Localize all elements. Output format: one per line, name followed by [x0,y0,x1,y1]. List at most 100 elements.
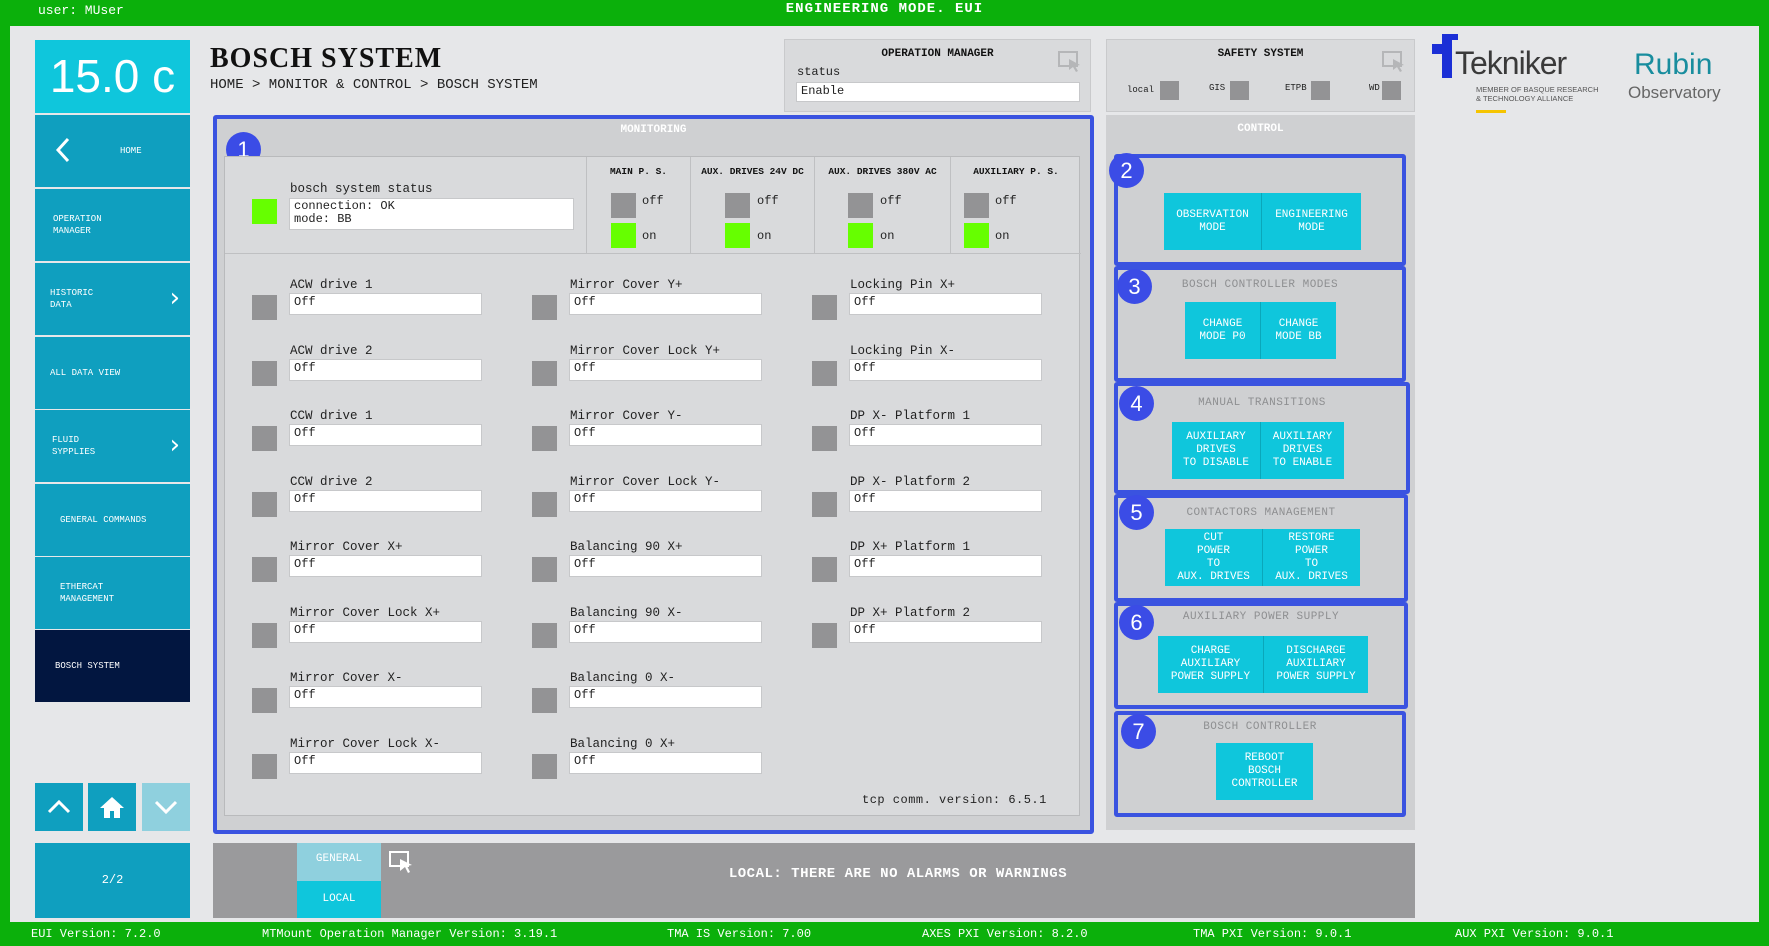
signal-row: CCW drive 1 Off [252,409,482,453]
change-mode-bb-button[interactable]: CHANGE MODE BB [1261,302,1336,359]
signal-value-field: Off [289,358,482,381]
nav-ethercat[interactable]: ETHERCAT MANAGEMENT [35,557,190,629]
cursor-select-icon[interactable] [1382,51,1406,78]
signal-label: ACW drive 2 [290,343,373,358]
signal-indicator [812,426,837,451]
signal-indicator [812,557,837,582]
signal-label: Balancing 90 X+ [570,540,683,554]
signal-row: DP X- Platform 1 Off [812,409,1042,453]
power-auxps-on-indicator [964,223,989,248]
power-auxps-off-label: off [995,194,1017,208]
control-title: CONTROL [1237,123,1284,135]
signal-row: ACW drive 1 Off [252,278,482,322]
nav-operation-manager[interactable]: OPERATION MANAGER [35,189,190,261]
reboot-controller-button[interactable]: REBOOT BOSCH CONTROLLER [1216,743,1313,800]
status-field: Enable [796,82,1080,102]
restore-power-button[interactable]: RESTORE POWER TO AUX. DRIVES [1263,529,1360,586]
safety-system-title: SAFETY SYSTEM [1217,48,1304,60]
signal-label: Mirror Cover Lock Y+ [570,343,721,358]
chevron-left-icon [53,133,73,167]
cursor-select-icon[interactable] [1058,51,1082,78]
signal-indicator [252,688,277,713]
signal-row: Locking Pin X- Off [812,344,1042,388]
power-aux380-off-label: off [880,194,902,208]
power-main-on-label: on [642,229,657,243]
power-aux24-on-label: on [757,229,772,243]
signal-label: CCW drive 1 [290,409,373,423]
signal-value-field: Off [569,751,762,774]
footer-om-version: MTMount Operation Manager Version: 3.19.… [262,927,558,941]
mode-label: ENGINEERING MODE. EUI [785,1,984,17]
power-col-auxps: AUXILIARY P. S. off on [950,157,1081,254]
scroll-down-button[interactable] [142,783,190,831]
nav-fluid-supplies[interactable]: FLUID SYPPLIES › [35,410,190,482]
signal-label: CCW drive 2 [290,474,373,489]
bosch-status-indicator [252,199,277,224]
safety-item-gis-label: GIS [1209,83,1226,93]
signal-label: Mirror Cover X+ [290,540,403,554]
page-title: BOSCH SYSTEM [210,43,443,74]
signal-indicator [812,622,837,648]
signal-label: DP X+ Platform 2 [850,605,971,620]
nav-historic-data[interactable]: HISTORIC DATA › [35,263,190,335]
engineering-mode-button[interactable]: ENGINEERING MODE [1262,193,1361,250]
nav-home-label: HOME [120,146,142,156]
signal-label: ACW drive 1 [290,278,373,292]
safety-item-wd-label: WD [1369,83,1380,93]
signal-value-field: Off [569,424,762,446]
power-col-aux380: AUX. DRIVES 380V AC off on [814,157,950,254]
signal-indicator [532,491,557,517]
signal-row: ACW drive 2 Off [252,344,482,388]
power-aux24-on-indicator [725,223,750,248]
tab-local[interactable]: LOCAL [297,881,381,918]
signal-indicator [252,295,277,320]
home-button[interactable] [88,783,136,831]
top-bar: user: MUser ENGINEERING MODE. EUI [0,0,1769,24]
chevron-right-icon: › [169,430,180,460]
nav-bosch-system[interactable]: BOSCH SYSTEM [35,630,190,702]
observation-mode-button[interactable]: OBSERVATION MODE [1164,193,1262,250]
aux-power-heading: AUXILIARY POWER SUPPLY [1182,611,1340,623]
aux-drives-enable-button[interactable]: AUXILIARY DRIVES TO ENABLE [1261,422,1344,479]
signal-indicator [252,491,277,517]
manual-transitions-heading: MANUAL TRANSITIONS [1198,397,1326,409]
aux-drives-disable-button[interactable]: AUXILIARY DRIVES TO DISABLE [1172,422,1261,479]
power-aux380-off-indicator [848,193,873,218]
nav-all-data-view-label: ALL DATA VIEW [50,368,121,378]
signal-row: Balancing 0 X+ Off [532,737,762,781]
signal-value-field: Off [569,620,762,643]
contactors-heading: CONTACTORS MANAGEMENT [1186,507,1336,519]
aux-power-button-group: CHARGE AUXILIARY POWER SUPPLY DISCHARGE … [1158,636,1368,693]
signal-row: DP X- Platform 2 Off [812,475,1042,519]
signal-row: CCW drive 2 Off [252,475,482,519]
bosch-controller-heading: BOSCH CONTROLLER [1203,721,1317,733]
scroll-up-button[interactable] [35,783,83,831]
signal-label: DP X+ Platform 1 [850,540,971,554]
charge-aux-power-button[interactable]: CHARGE AUXILIARY POWER SUPPLY [1158,636,1264,693]
tab-general[interactable]: GENERAL [297,843,381,881]
discharge-aux-power-button[interactable]: DISCHARGE AUXILIARY POWER SUPPLY [1264,636,1368,693]
signal-value-field: Off [569,555,762,577]
section-badge-2: 2 [1109,153,1144,188]
change-mode-p0-button[interactable]: CHANGE MODE P0 [1185,302,1261,359]
nav-general-commands[interactable]: GENERAL COMMANDS [35,484,190,556]
signal-label: Locking Pin X+ [850,278,956,292]
signal-row: Locking Pin X+ Off [812,278,1042,322]
mode-text: mode: BB [294,212,352,226]
tekniker-logo-underline [1476,110,1506,113]
monitoring-title: MONITORING [620,124,687,136]
section-badge-7: 7 [1121,714,1156,749]
power-main-on-indicator [611,223,636,248]
nav-home[interactable]: HOME [35,115,190,187]
cut-power-button[interactable]: CUT POWER TO AUX. DRIVES [1165,529,1263,586]
control-section-bosch-modes: BOSCH CONTROLLER MODES CHANGE MODE P0 CH… [1114,266,1406,382]
safety-wd-indicator [1382,81,1401,100]
monitoring-inner: bosch system status connection: OK mode:… [224,156,1081,816]
signal-indicator [532,360,557,386]
signal-label: DP X- Platform 1 [850,409,971,423]
safety-etpb-indicator [1311,81,1330,100]
signal-row: Mirror Cover Lock Y+ Off [532,344,762,388]
power-aux24-off-indicator [725,193,750,218]
signal-value-field: Off [849,489,1042,512]
nav-all-data-view[interactable]: ALL DATA VIEW [35,337,190,409]
